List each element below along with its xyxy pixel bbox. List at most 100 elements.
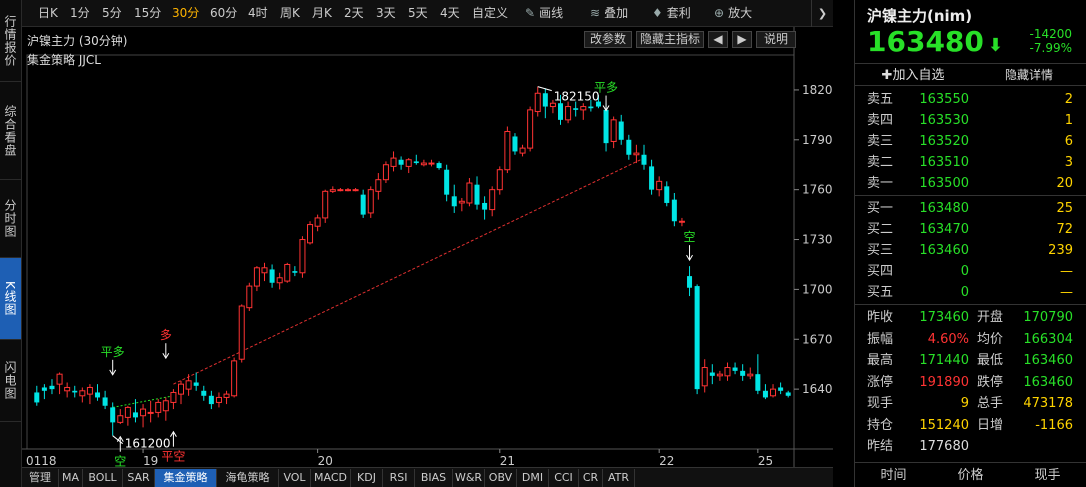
toolbar-scroll-arrows[interactable]: ❯: [811, 0, 833, 27]
tab-kline[interactable]: K线图: [0, 258, 21, 340]
ind-tab-wr[interactable]: W&R: [453, 469, 485, 487]
period-3day[interactable]: 3天: [376, 0, 396, 27]
candle-body: [208, 395, 214, 405]
period-15m[interactable]: 15分: [134, 0, 161, 27]
ind-tab-boll[interactable]: BOLL: [83, 469, 123, 487]
period-month[interactable]: 月K: [312, 0, 332, 27]
ind-tab-bias[interactable]: BIAS: [415, 469, 453, 487]
candle-body: [785, 392, 791, 396]
period-5day[interactable]: 5天: [408, 0, 428, 27]
ask-row: 卖三 163520 6: [855, 131, 1086, 152]
ind-tab-macd[interactable]: MACD: [311, 469, 351, 487]
stat-row: 最高 171440 最低 163460: [855, 350, 1086, 371]
edit-params-button[interactable]: 改参数: [584, 31, 632, 48]
stat-value: 151240: [919, 417, 969, 433]
period-60m[interactable]: 60分: [210, 0, 237, 27]
ask-price: 163510: [919, 155, 969, 170]
stat-value: 170790: [1023, 310, 1073, 325]
y-tick-label: 164000: [802, 382, 833, 396]
stat-label: 开盘: [977, 310, 1004, 325]
period-4day[interactable]: 4天: [440, 0, 460, 27]
period-4h[interactable]: 4时: [248, 0, 268, 27]
ind-tab-obv[interactable]: OBV: [485, 469, 517, 487]
candle-body: [367, 189, 374, 214]
stat-value: 4.60%: [927, 331, 969, 347]
y-tick-label: 179000: [802, 133, 833, 147]
candle-body: [276, 277, 283, 284]
ind-tab-cr[interactable]: CR: [579, 469, 603, 487]
ind-tab-jjcl[interactable]: 集金策略: [155, 469, 217, 487]
candle-body: [253, 267, 260, 287]
stat-label: 日增: [977, 417, 1004, 433]
x-axis-label: 19: [143, 454, 158, 467]
ind-tab-manage[interactable]: 管理: [22, 469, 59, 487]
ask-volume: 1: [1064, 113, 1073, 128]
pencil-icon: ✎: [525, 6, 536, 20]
candle-body: [565, 106, 572, 121]
candle-body: [41, 387, 47, 391]
ind-tab-vol[interactable]: VOL: [279, 469, 311, 487]
bid-row: 买三 163460 239: [855, 240, 1086, 261]
candle-body: [420, 162, 427, 166]
prev-arrow-button[interactable]: ◀: [708, 31, 728, 48]
ind-tab-atr[interactable]: ATR: [603, 469, 635, 487]
add-watchlist-button[interactable]: ✚加入自选: [855, 63, 971, 86]
candle-body: [390, 157, 397, 167]
period-toolbar: 日K 1分 5分 15分 30分 60分 4时 周K 月K 2天 3天 5天 4…: [22, 0, 833, 27]
chart-title: 沪镍主力 (30分钟): [27, 34, 128, 48]
candle-body: [724, 367, 731, 377]
tab-flash[interactable]: 闪电图: [0, 340, 21, 422]
candle-body: [428, 162, 435, 165]
col-volume[interactable]: 现手: [1009, 463, 1086, 487]
ind-tab-ma[interactable]: MA: [59, 469, 83, 487]
stat-row: 振幅 4.60% 均价 166304: [855, 329, 1086, 350]
tab-overview[interactable]: 综合看盘: [0, 82, 21, 180]
period-2day[interactable]: 2天: [344, 0, 364, 27]
x-axis-label: 0118: [26, 454, 57, 467]
next-arrow-button[interactable]: ▶: [732, 31, 752, 48]
period-1m[interactable]: 1分: [70, 0, 90, 27]
col-price[interactable]: 价格: [932, 463, 1009, 487]
stat-value: 166304: [1023, 331, 1073, 347]
col-time[interactable]: 时间: [855, 463, 932, 487]
candle-body: [709, 372, 715, 376]
ind-tab-dmi[interactable]: DMI: [517, 469, 549, 487]
bid-row: 买四 0 —: [855, 261, 1086, 282]
hide-details-button[interactable]: 隐藏详情: [971, 63, 1086, 86]
period-custom[interactable]: 自定义: [472, 0, 508, 27]
candle-body: [671, 199, 677, 222]
overlay-button[interactable]: ≋ 叠加: [590, 0, 628, 27]
ind-tab-sar[interactable]: SAR: [123, 469, 155, 487]
y-tick-label: 176000: [802, 183, 833, 197]
period-5m[interactable]: 5分: [102, 0, 122, 27]
period-day[interactable]: 日K: [38, 0, 58, 27]
indicator-tabs: 管理 MA BOLL SAR 集金策略 海龟策略 VOL MACD KDJ RS…: [22, 467, 833, 487]
period-30m[interactable]: 30分: [172, 0, 199, 27]
stat-value: 473178: [1023, 396, 1073, 411]
left-vertical-tabs: 行情报价 综合看盘 分时图 K线图 闪电图: [0, 0, 22, 487]
ind-tab-kdj[interactable]: KDJ: [351, 469, 383, 487]
kline-chart[interactable]: 182000 179000 176000 173000 170000 167000 1640…: [22, 27, 833, 467]
ind-tab-turtle[interactable]: 海龟策略: [217, 469, 279, 487]
hide-indicator-button[interactable]: 隐藏主指标: [636, 31, 704, 48]
help-button[interactable]: 说明: [756, 31, 796, 48]
candle-body: [72, 390, 78, 393]
min-price-label: 161200: [125, 437, 171, 451]
tab-intraday[interactable]: 分时图: [0, 180, 21, 258]
period-week[interactable]: 周K: [280, 0, 300, 27]
down-arrow-icon: ⬇: [987, 35, 1003, 56]
ind-tab-cci[interactable]: CCI: [549, 469, 579, 487]
x-axis-label: 25: [758, 454, 773, 467]
candle-body: [573, 108, 579, 110]
arbitrage-button[interactable]: ♦ 套利: [652, 0, 691, 27]
candle-body: [261, 267, 268, 274]
candle-body: [246, 285, 253, 309]
tab-quote-list[interactable]: 行情报价: [0, 0, 21, 82]
draw-line-button[interactable]: ✎ 画线: [525, 0, 563, 27]
bid-label: 买二: [867, 222, 894, 237]
candle-body: [299, 239, 306, 274]
ind-tab-rsi[interactable]: RSI: [383, 469, 415, 487]
overlay-label: 叠加: [604, 6, 629, 20]
zoom-button[interactable]: ⊕ 放大: [714, 0, 752, 27]
stat-label: 涨停: [867, 374, 894, 390]
